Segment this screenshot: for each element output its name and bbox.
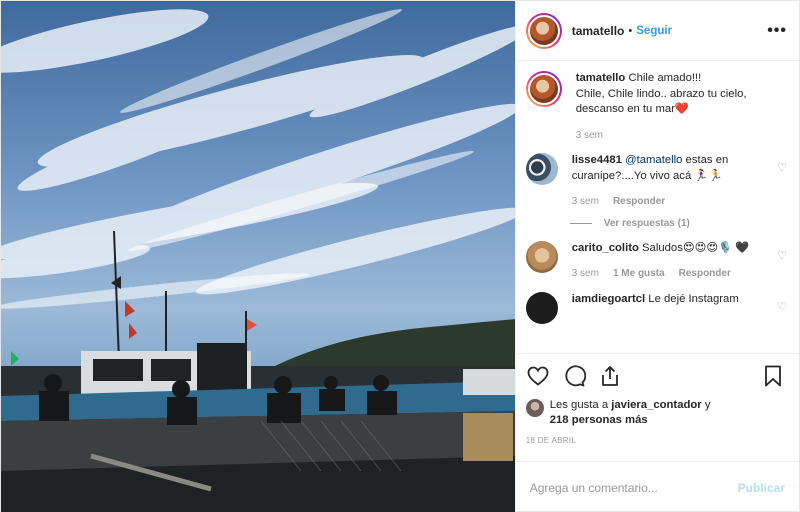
- likes-summary: Les gusta a javiera_contador y 218 perso…: [525, 398, 785, 428]
- comment-time[interactable]: 3 sem: [572, 194, 599, 210]
- post-date[interactable]: 18 DE ABRIL: [526, 436, 785, 445]
- comments-list[interactable]: tamatello Chile amado!!! Chile, Chile li…: [516, 61, 799, 353]
- author-avatar[interactable]: [525, 12, 562, 49]
- separator-dot: •: [628, 24, 633, 37]
- post-header: tamatello • Seguir •••: [515, 1, 799, 61]
- likes-prefix: Les gusta a: [549, 399, 612, 411]
- post-side-panel: tamatello • Seguir ••• tamatello Chile a…: [514, 1, 799, 512]
- more-options-icon[interactable]: •••: [767, 22, 787, 40]
- commenter-avatar[interactable]: [525, 291, 558, 324]
- commenter-avatar[interactable]: [525, 153, 558, 185]
- replies-divider: [569, 222, 592, 224]
- comment-item: carito_colito Saludos😍😍😍🎙️ 🖤 3 sem 1 Me …: [525, 240, 787, 282]
- caption-username[interactable]: tamatello: [576, 72, 626, 84]
- likes-suffix: y: [701, 399, 711, 411]
- comment-item: lisse4481 @tamatello estas en curanipe?.…: [525, 153, 787, 210]
- view-replies-label[interactable]: Ver respuestas (1): [604, 218, 690, 229]
- commenter-avatar[interactable]: [525, 240, 558, 273]
- reply-button[interactable]: Responder: [613, 194, 665, 210]
- add-comment-bar: Publicar: [515, 461, 799, 512]
- comment-time[interactable]: 3 sem: [572, 266, 599, 282]
- comment-input[interactable]: [529, 480, 738, 495]
- caption-text-3: descanso en tu mar❤️: [575, 103, 689, 115]
- comment-text: Le dejé Instagram: [645, 292, 739, 305]
- caption-avatar[interactable]: [525, 71, 562, 107]
- heart-icon[interactable]: [526, 364, 550, 388]
- comment-likes-count[interactable]: 1 Me gusta: [613, 266, 665, 282]
- likes-more-link[interactable]: 218 personas más: [550, 414, 648, 426]
- caption-text-2: Chile, Chile lindo.. abrazo tu cielo,: [575, 87, 747, 100]
- author-username[interactable]: tamatello: [572, 24, 625, 38]
- comment-like-icon[interactable]: ♡: [777, 161, 787, 174]
- comment-icon[interactable]: [562, 364, 586, 388]
- comment-username[interactable]: carito_colito: [572, 242, 639, 254]
- comment-text: Saludos😍😍😍🎙️ 🖤: [638, 241, 750, 254]
- action-icons-row: [526, 362, 785, 390]
- liker-avatar[interactable]: [525, 399, 544, 417]
- follow-button[interactable]: Seguir: [636, 25, 672, 37]
- fishing-boats-photo: [1, 1, 515, 512]
- comment-item: iamdiegoartcl Le dejé Instagram ♡: [525, 291, 787, 324]
- post-photo[interactable]: [1, 1, 515, 512]
- comment-like-icon[interactable]: ♡: [777, 249, 787, 262]
- caption-time[interactable]: 3 sem: [576, 128, 603, 144]
- publish-button[interactable]: Publicar: [738, 481, 785, 495]
- comment-mention[interactable]: @tamatello: [625, 154, 682, 166]
- bookmark-icon[interactable]: [761, 364, 785, 388]
- comment-username[interactable]: iamdiegoartcl: [572, 293, 645, 305]
- comment-like-icon[interactable]: ♡: [777, 300, 787, 313]
- view-replies-button[interactable]: Ver respuestas (1): [569, 218, 787, 229]
- comment-username[interactable]: lisse4481: [572, 154, 622, 166]
- liker-username[interactable]: javiera_contador: [611, 399, 701, 411]
- caption-text-1: Chile amado!!!: [628, 72, 702, 84]
- instagram-post: tamatello • Seguir ••• tamatello Chile a…: [0, 0, 800, 512]
- reply-button[interactable]: Responder: [679, 266, 731, 282]
- caption: tamatello Chile amado!!! Chile, Chile li…: [525, 71, 787, 144]
- share-icon[interactable]: [598, 364, 622, 388]
